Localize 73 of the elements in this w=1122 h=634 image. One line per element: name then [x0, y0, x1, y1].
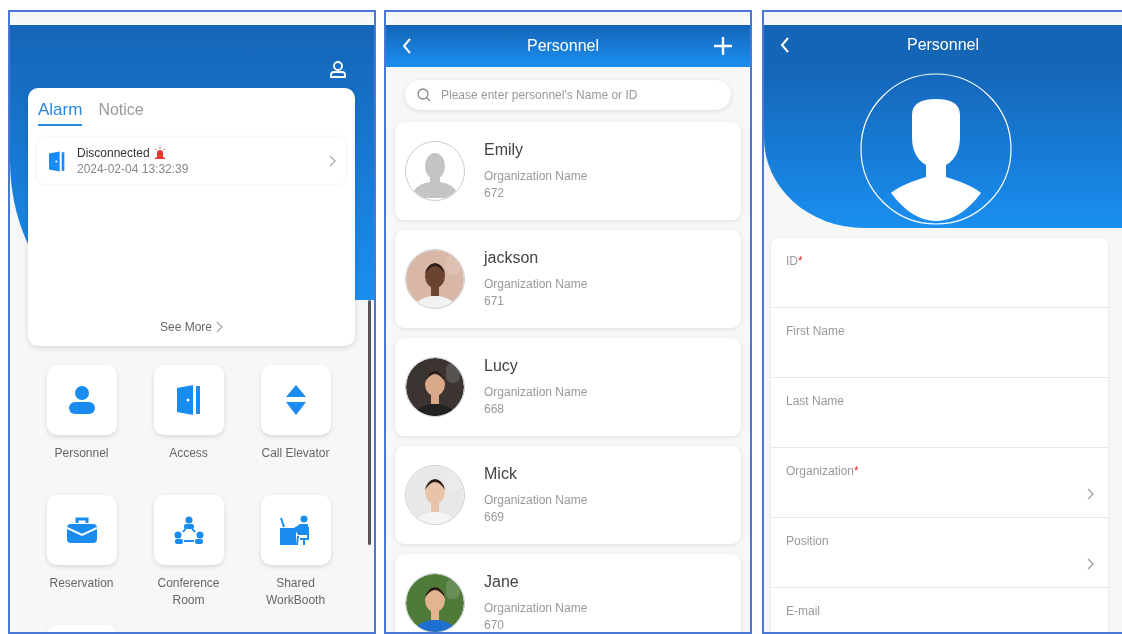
- back-icon: [780, 37, 790, 53]
- meeting-icon: [173, 516, 204, 544]
- input-field[interactable]: Position: [771, 518, 1108, 588]
- app-tile[interactable]: [153, 495, 224, 565]
- door-icon: [176, 385, 201, 415]
- app-tile[interactable]: [46, 495, 117, 565]
- briefcase-icon: [66, 517, 97, 543]
- chevron-icon: [329, 155, 336, 167]
- person-id: 669: [484, 508, 506, 526]
- person-id: 670: [484, 616, 506, 632]
- person-name: Jane: [484, 572, 520, 591]
- app-label: Personnel: [53, 445, 110, 462]
- person-card[interactable]: Jane Organization Name 670: [395, 554, 741, 632]
- app-label: Shared WorkBooth: [264, 575, 327, 609]
- app-label: Call Elevator: [260, 445, 331, 462]
- chevron-icon: [216, 321, 223, 333]
- app-label: Access: [168, 445, 209, 462]
- person-name: jackson: [484, 248, 540, 267]
- field-label: ID*: [786, 254, 803, 270]
- field-label: Last Name: [786, 394, 845, 410]
- up-down-arrows-icon: [285, 385, 306, 415]
- app-tile[interactable]: [260, 365, 331, 435]
- app-label: Conference Room: [156, 575, 221, 609]
- back-button[interactable]: [402, 38, 412, 54]
- profile-photo-placeholder-icon[interactable]: [860, 73, 1012, 225]
- app-tile[interactable]: [46, 365, 117, 435]
- person-card[interactable]: Mick Organization Name 669: [395, 446, 741, 544]
- input-field[interactable]: Last Name: [771, 378, 1108, 448]
- chevron-icon: [1087, 488, 1094, 500]
- person-icon: [68, 386, 95, 414]
- organization-name: Organization Name: [484, 491, 588, 509]
- door-icon: [49, 150, 65, 172]
- alarm-time: 2024-02-04 13:32:39: [77, 162, 190, 176]
- add-button[interactable]: [714, 37, 732, 55]
- input-field[interactable]: E-mail: [771, 588, 1108, 632]
- screen-title: Personnel: [526, 37, 599, 55]
- alarm-item[interactable]: Disconnected 2024-02-04 13:32:39: [37, 138, 346, 184]
- back-button[interactable]: [780, 37, 790, 53]
- person-card[interactable]: jackson Organization Name 671: [395, 230, 741, 328]
- app-label: Reservation: [48, 575, 115, 592]
- back-icon: [402, 38, 412, 54]
- person-name: Emily: [484, 140, 525, 159]
- organization-name: Organization Name: [484, 275, 588, 293]
- person-id: 668: [484, 400, 506, 418]
- person-id: 671: [484, 292, 506, 310]
- tab[interactable]: Alarm: [38, 100, 83, 126]
- field-label: First Name: [786, 324, 845, 340]
- scrollbar[interactable]: [368, 300, 371, 545]
- see-more-link[interactable]: See More: [160, 320, 223, 334]
- input-field[interactable]: ID*: [771, 238, 1108, 308]
- alarm-title: Disconnected: [77, 146, 150, 160]
- input-field[interactable]: First Name: [771, 308, 1108, 378]
- app-tile[interactable]: [260, 495, 331, 565]
- app-tile[interactable]: [153, 365, 224, 435]
- organization-name: Organization Name: [484, 167, 588, 185]
- person-card[interactable]: Lucy Organization Name 668: [395, 338, 741, 436]
- desk-person-icon: [279, 515, 312, 545]
- screen-title: Personnel: [906, 36, 979, 54]
- person-card[interactable]: Emily Organization Name 672: [395, 122, 741, 220]
- field-label: Organization*: [786, 464, 859, 480]
- field-label: E-mail: [786, 604, 820, 620]
- organization-name: Organization Name: [484, 599, 588, 617]
- plus-icon: [714, 37, 732, 55]
- person-name: Mick: [484, 464, 518, 483]
- chevron-icon: [1087, 558, 1094, 570]
- person-id: 672: [484, 184, 506, 202]
- tab[interactable]: Notice: [98, 100, 144, 126]
- input-field[interactable]: Organization*: [771, 448, 1108, 518]
- user-icon[interactable]: [330, 61, 346, 78]
- field-label: Position: [786, 534, 829, 550]
- person-name: Lucy: [484, 356, 519, 375]
- search-field[interactable]: Please enter personnel's Name or ID: [405, 80, 731, 110]
- organization-name: Organization Name: [484, 383, 588, 401]
